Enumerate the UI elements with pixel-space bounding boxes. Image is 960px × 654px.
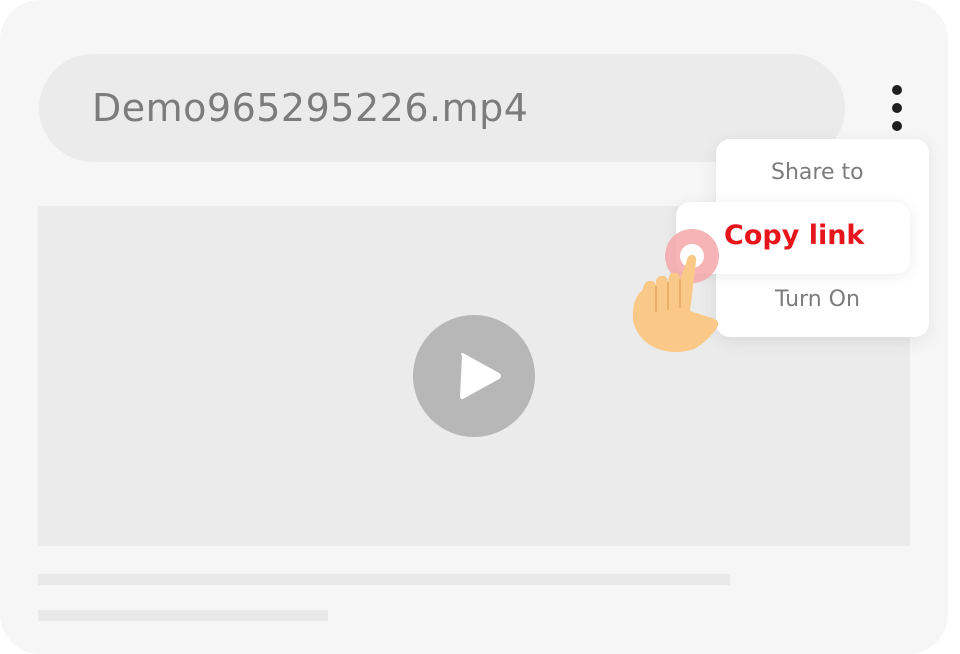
menu-item-turn-on[interactable]: Turn On — [775, 287, 860, 312]
more-options-button[interactable] — [880, 80, 914, 136]
hand-pointer-icon — [632, 229, 719, 352]
play-icon — [460, 353, 501, 400]
placeholder-line — [38, 610, 328, 621]
more-vertical-icon — [892, 85, 902, 95]
file-name: Demo965295226.mp4 — [92, 86, 529, 130]
placeholder-line — [38, 574, 730, 585]
play-button[interactable] — [413, 315, 535, 437]
copy-link-label: Copy link — [724, 220, 865, 251]
menu-item-share-to[interactable]: Share to — [771, 160, 864, 185]
